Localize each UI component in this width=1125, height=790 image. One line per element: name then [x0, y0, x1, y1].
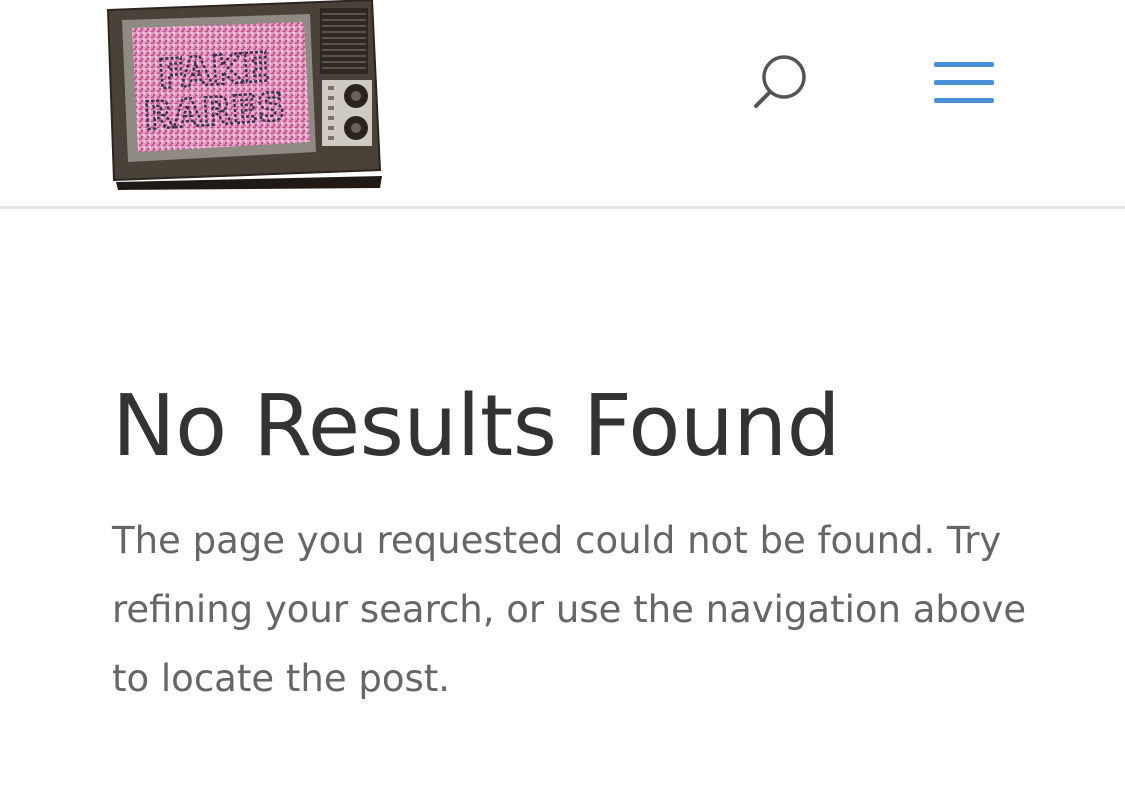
- site-header: FAKE RARES: [0, 0, 1125, 209]
- page-title: No Results Found: [112, 377, 841, 476]
- main-content: No Results Found The page you requested …: [112, 372, 1072, 713]
- not-found-message: The page you requested could not be foun…: [112, 519, 1027, 700]
- search-button[interactable]: [748, 52, 814, 114]
- search-icon: [754, 55, 806, 108]
- hamburger-menu-icon: [934, 62, 994, 103]
- logo-tv-icon: FAKE RARES: [106, 0, 382, 190]
- menu-button[interactable]: [930, 58, 998, 108]
